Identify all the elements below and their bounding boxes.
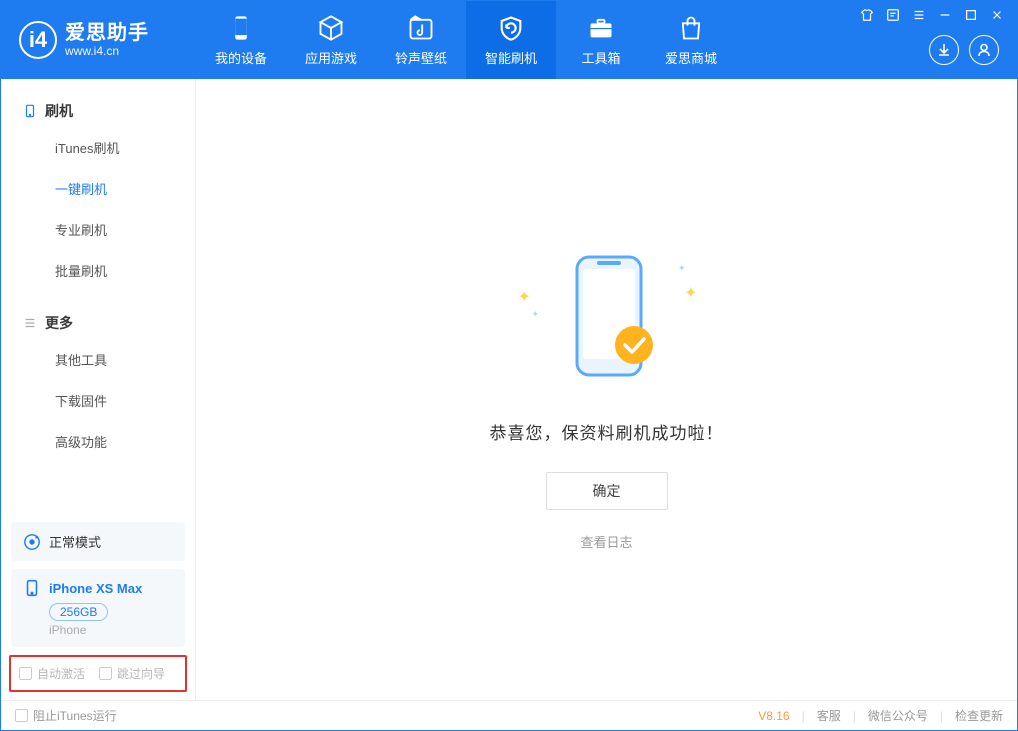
logo: i4 爱思助手 www.i4.cn xyxy=(1,1,196,79)
separator: | xyxy=(802,709,805,723)
feedback-icon[interactable] xyxy=(885,7,901,23)
sidebar-section-flash: 刷机 iTunes刷机 一键刷机 专业刷机 批量刷机 xyxy=(1,79,195,291)
sparkle-icon: ✦ xyxy=(532,309,540,320)
checkbox-label: 跳过向导 xyxy=(117,665,165,682)
app-header: i4 爱思助手 www.i4.cn 我的设备 应用游戏 铃声壁纸 智能刷机 工具… xyxy=(1,1,1017,79)
tab-store[interactable]: 爱思商城 xyxy=(646,1,736,79)
mode-icon xyxy=(23,533,41,551)
menu-icon[interactable] xyxy=(911,7,927,23)
device-capacity: 256GB xyxy=(49,603,108,621)
logo-en: www.i4.cn xyxy=(65,44,149,58)
tab-apps[interactable]: 应用游戏 xyxy=(286,1,376,79)
tab-label: 智能刷机 xyxy=(485,48,537,67)
ok-button[interactable]: 确定 xyxy=(546,472,668,510)
sidebar: 刷机 iTunes刷机 一键刷机 专业刷机 批量刷机 更多 其他工具 下载固件 … xyxy=(1,79,196,700)
checkbox-icon xyxy=(19,667,32,680)
sparkle-icon: ✦ xyxy=(678,263,686,274)
section-title: 刷机 xyxy=(45,101,73,121)
sparkle-icon: ✦ xyxy=(684,283,697,303)
sidebar-item-other-tools[interactable]: 其他工具 xyxy=(1,339,195,380)
sidebar-item-batch-flash[interactable]: 批量刷机 xyxy=(1,250,195,291)
view-logs-link[interactable]: 查看日志 xyxy=(580,532,632,551)
maximize-button[interactable] xyxy=(963,7,979,23)
tab-label: 应用游戏 xyxy=(305,48,357,67)
version-label: V8.16 xyxy=(758,709,789,723)
separator: | xyxy=(853,709,856,723)
sidebar-header-more: 更多 xyxy=(1,301,195,339)
separator: | xyxy=(940,709,943,723)
options-row: 自动激活 跳过向导 xyxy=(9,655,187,692)
sidebar-section-more: 更多 其他工具 下载固件 高级功能 xyxy=(1,291,195,462)
wechat-link[interactable]: 微信公众号 xyxy=(868,707,928,724)
tab-my-device[interactable]: 我的设备 xyxy=(196,1,286,79)
bag-icon xyxy=(677,14,705,42)
list-icon xyxy=(23,316,37,330)
tab-label: 我的设备 xyxy=(215,48,267,67)
tshirt-icon[interactable] xyxy=(859,7,875,23)
checkbox-label: 自动激活 xyxy=(37,665,85,682)
main-tabs: 我的设备 应用游戏 铃声壁纸 智能刷机 工具箱 爱思商城 xyxy=(196,1,736,79)
toolbox-icon xyxy=(587,14,615,42)
tab-label: 工具箱 xyxy=(581,48,620,67)
download-button[interactable] xyxy=(929,35,959,65)
mode-card[interactable]: 正常模式 xyxy=(11,522,185,561)
checkbox-block-itunes[interactable]: 阻止iTunes运行 xyxy=(15,707,117,724)
sidebar-item-download-firmware[interactable]: 下载固件 xyxy=(1,380,195,421)
sidebar-item-itunes-flash[interactable]: iTunes刷机 xyxy=(1,127,195,168)
tab-ringtones[interactable]: 铃声壁纸 xyxy=(376,1,466,79)
device-name: iPhone XS Max xyxy=(49,581,142,596)
sidebar-bottom: 正常模式 iPhone XS Max 256GB iPhone 自动激活 跳过向… xyxy=(1,514,195,700)
tab-flash[interactable]: 智能刷机 xyxy=(466,1,556,79)
support-link[interactable]: 客服 xyxy=(817,707,841,724)
account-row xyxy=(929,31,1005,65)
logo-cn: 爱思助手 xyxy=(65,22,149,44)
phone-success-icon xyxy=(522,249,692,389)
music-folder-icon xyxy=(407,14,435,42)
tab-toolbox[interactable]: 工具箱 xyxy=(556,1,646,79)
section-title: 更多 xyxy=(45,313,73,333)
footer: 阻止iTunes运行 V8.16 | 客服 | 微信公众号 | 检查更新 xyxy=(1,700,1017,730)
success-illustration: ✦ ✦ ✦ ✦ xyxy=(522,249,692,389)
checkbox-icon xyxy=(99,667,112,680)
checkbox-auto-activate[interactable]: 自动激活 xyxy=(19,665,85,682)
tab-label: 铃声壁纸 xyxy=(395,48,447,67)
device-card[interactable]: iPhone XS Max 256GB iPhone xyxy=(11,569,185,647)
update-link[interactable]: 检查更新 xyxy=(955,707,1003,724)
logo-icon: i4 xyxy=(19,21,57,59)
mode-label: 正常模式 xyxy=(49,532,101,551)
sidebar-item-oneclick-flash[interactable]: 一键刷机 xyxy=(1,168,195,209)
account-button[interactable] xyxy=(969,35,999,65)
success-message: 恭喜您，保资料刷机成功啦！ xyxy=(490,419,724,444)
window-controls xyxy=(859,7,1005,23)
sidebar-header-flash: 刷机 xyxy=(1,89,195,127)
logo-text: 爱思助手 www.i4.cn xyxy=(65,22,149,58)
sparkle-icon: ✦ xyxy=(518,287,531,307)
sidebar-item-pro-flash[interactable]: 专业刷机 xyxy=(1,209,195,250)
header-right xyxy=(859,1,1017,79)
sidebar-item-advanced[interactable]: 高级功能 xyxy=(1,421,195,462)
main-content: ✦ ✦ ✦ ✦ 恭喜您，保资料刷机成功啦！ 确定 查看日志 xyxy=(196,79,1017,700)
checkbox-skip-guide[interactable]: 跳过向导 xyxy=(99,665,165,682)
phone-small-icon xyxy=(23,579,41,597)
close-button[interactable] xyxy=(989,7,1005,23)
tab-label: 爱思商城 xyxy=(665,48,717,67)
checkbox-label: 阻止iTunes运行 xyxy=(33,707,117,724)
refresh-shield-icon xyxy=(497,14,525,42)
minimize-button[interactable] xyxy=(937,7,953,23)
phone-icon xyxy=(227,14,255,42)
checkbox-icon xyxy=(15,709,28,722)
cube-icon xyxy=(317,14,345,42)
app-body: 刷机 iTunes刷机 一键刷机 专业刷机 批量刷机 更多 其他工具 下载固件 … xyxy=(1,79,1017,700)
device-icon xyxy=(23,104,37,118)
device-type: iPhone xyxy=(49,623,173,637)
footer-right: V8.16 | 客服 | 微信公众号 | 检查更新 xyxy=(758,707,1003,724)
device-line: iPhone XS Max xyxy=(23,579,173,597)
